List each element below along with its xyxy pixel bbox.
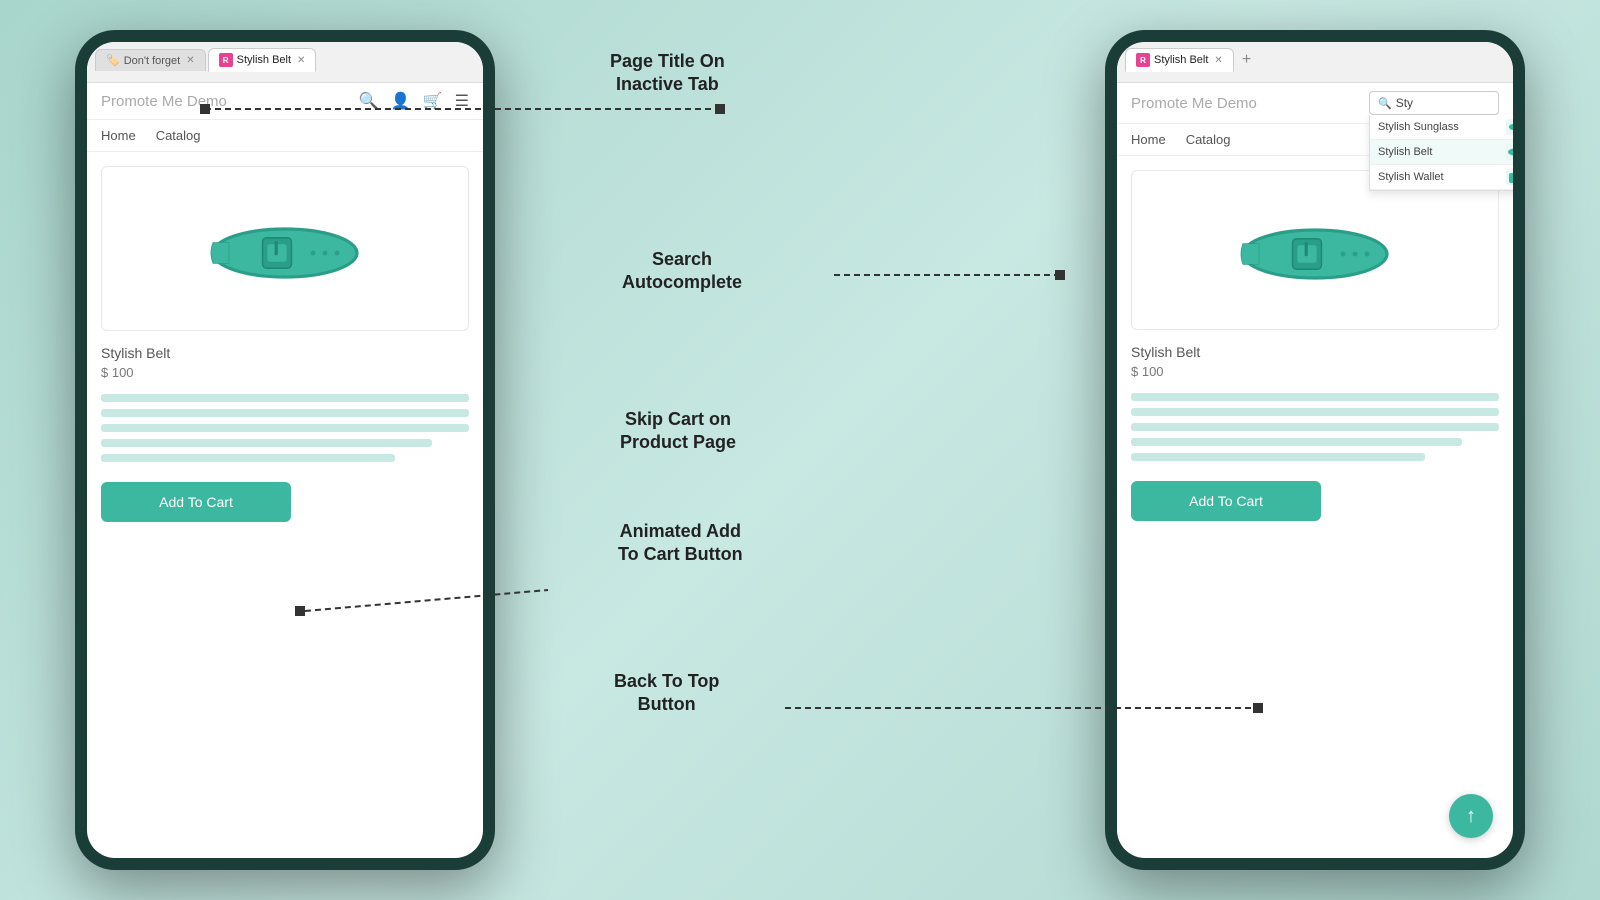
site-header-right: Promote Me Demo 🔍 Sty Stylish Sunglass <box>1117 83 1513 124</box>
belt-illustration-right <box>1235 205 1395 295</box>
site-icons-left: 🔍 👤 🛒 ☰ <box>359 91 469 111</box>
autocomplete-wallet-label: Stylish Wallet <box>1378 171 1444 183</box>
autocomplete-item-wallet[interactable]: Stylish Wallet <box>1370 165 1513 190</box>
autocomplete-sunglass-label: Stylish Sunglass <box>1378 121 1459 133</box>
product-title-left: Stylish Belt <box>101 345 469 361</box>
search-bar-right: 🔍 Sty Stylish Sunglass Stylish Belt <box>1369 91 1499 115</box>
right-phone-screen: R Stylish Belt ✕ + Promote Me Demo 🔍 Sty… <box>1117 42 1513 858</box>
search-input-box[interactable]: 🔍 Sty <box>1369 91 1499 115</box>
tab-close-active-icon[interactable]: ✕ <box>297 55 305 66</box>
belt-illustration-left <box>205 204 365 294</box>
product-price-right: $ 100 <box>1131 364 1499 379</box>
product-content-left: Stylish Belt $ 100 Add To Cart <box>87 152 483 536</box>
product-desc-left <box>101 394 469 462</box>
tab-bar-left: 🏷️ Don't forget ✕ R Stylish Belt ✕ <box>95 48 475 72</box>
annotation-back-to-top: Back To Top Button <box>614 670 719 717</box>
site-logo-left: Promote Me Demo <box>101 93 227 110</box>
autocomplete-item-sunglass[interactable]: Stylish Sunglass <box>1370 115 1513 140</box>
desc-line-4 <box>101 439 432 447</box>
back-to-top-button[interactable]: ↑ <box>1449 794 1493 838</box>
search-icon[interactable]: 🔍 <box>359 91 379 111</box>
tab-dont-forget[interactable]: 🏷️ Don't forget ✕ <box>95 49 206 71</box>
add-to-cart-button-left[interactable]: Add To Cart <box>101 482 291 522</box>
tab-bar-right: R Stylish Belt ✕ + <box>1125 48 1505 72</box>
site-nav-left: Home Catalog <box>87 120 483 152</box>
product-price-left: $ 100 <box>101 365 469 380</box>
product-image-left <box>101 166 469 331</box>
desc-line-r2 <box>1131 408 1499 416</box>
left-phone: 🏷️ Don't forget ✕ R Stylish Belt ✕ Promo… <box>75 30 495 870</box>
tab-stylish-belt-label: Stylish Belt <box>237 54 291 66</box>
product-image-right <box>1131 170 1499 330</box>
autocomplete-wallet-thumb <box>1506 169 1513 185</box>
browser-chrome-right: R Stylish Belt ✕ + <box>1117 42 1513 83</box>
site-header-left: Promote Me Demo 🔍 👤 🛒 ☰ <box>87 83 483 120</box>
site-logo-right: Promote Me Demo <box>1131 95 1257 112</box>
desc-line-r1 <box>1131 393 1499 401</box>
annotation-search-autocomplete: Search Autocomplete <box>622 248 742 295</box>
autocomplete-belt-label: Stylish Belt <box>1378 146 1432 158</box>
autocomplete-sunglass-thumb <box>1506 119 1513 135</box>
nav-catalog-right[interactable]: Catalog <box>1186 132 1231 147</box>
r-favicon-icon: R <box>219 53 233 67</box>
desc-line-r4 <box>1131 438 1462 446</box>
product-title-right: Stylish Belt <box>1131 344 1499 360</box>
cart-icon[interactable]: 🛒 <box>423 91 443 111</box>
r-favicon-icon-right: R <box>1136 53 1150 67</box>
tab-stylish-belt-left[interactable]: R Stylish Belt ✕ <box>208 48 317 72</box>
desc-line-2 <box>101 409 469 417</box>
browser-chrome-left: 🏷️ Don't forget ✕ R Stylish Belt ✕ <box>87 42 483 83</box>
desc-line-3 <box>101 424 469 432</box>
back-to-top-arrow-icon: ↑ <box>1466 806 1476 826</box>
autocomplete-dropdown: Stylish Sunglass Stylish Belt Stylish Wa… <box>1369 115 1513 191</box>
tab-close-icon[interactable]: ✕ <box>186 55 194 66</box>
desc-line-r5 <box>1131 453 1425 461</box>
search-input-text: Sty <box>1396 96 1413 110</box>
new-tab-button[interactable]: + <box>1236 51 1257 69</box>
add-to-cart-button-right[interactable]: Add To Cart <box>1131 481 1321 521</box>
emoji-icon: 🏷️ <box>106 54 120 67</box>
desc-line-1 <box>101 394 469 402</box>
tab-stylish-belt-label-right: Stylish Belt <box>1154 54 1208 66</box>
product-content-right: Stylish Belt $ 100 Add To Cart <box>1117 156 1513 535</box>
right-phone: R Stylish Belt ✕ + Promote Me Demo 🔍 Sty… <box>1105 30 1525 870</box>
annotation-skip-cart: Skip Cart on Product Page <box>620 408 736 455</box>
nav-catalog-left[interactable]: Catalog <box>156 128 201 143</box>
search-icon-right: 🔍 <box>1378 97 1392 110</box>
left-phone-screen: 🏷️ Don't forget ✕ R Stylish Belt ✕ Promo… <box>87 42 483 858</box>
autocomplete-item-belt[interactable]: Stylish Belt <box>1370 140 1513 165</box>
desc-line-r3 <box>1131 423 1499 431</box>
tab-dont-forget-label: Don't forget <box>124 55 181 67</box>
annotation-animated-add: Animated Add To Cart Button <box>618 520 743 567</box>
autocomplete-belt-thumb <box>1506 144 1513 160</box>
desc-line-5 <box>101 454 395 462</box>
annotation-page-title: Page Title On Inactive Tab <box>610 50 725 97</box>
product-desc-right <box>1131 393 1499 461</box>
tab-close-right-icon[interactable]: ✕ <box>1214 55 1222 66</box>
account-icon[interactable]: 👤 <box>391 91 411 111</box>
nav-home-right[interactable]: Home <box>1131 132 1166 147</box>
menu-icon[interactable]: ☰ <box>455 91 469 111</box>
tab-stylish-belt-right[interactable]: R Stylish Belt ✕ <box>1125 48 1234 72</box>
nav-home-left[interactable]: Home <box>101 128 136 143</box>
